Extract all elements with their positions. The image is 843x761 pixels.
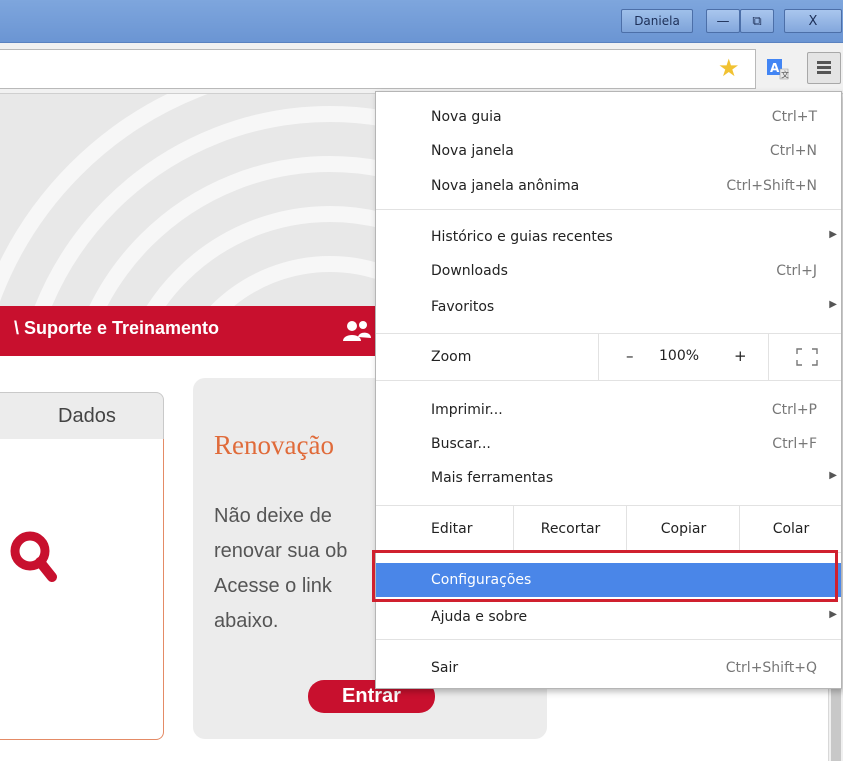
svg-text:A: A	[770, 61, 780, 75]
menu-item-new-tab[interactable]: Nova guia Ctrl+T	[376, 100, 841, 134]
close-button[interactable]: X	[784, 9, 842, 33]
menu-item-shortcut: Ctrl+Shift+N	[726, 178, 817, 194]
star-icon[interactable]: ★	[718, 54, 740, 82]
nav-link-suporte[interactable]: \ Suporte e Treinamento	[14, 318, 219, 339]
card-text-line: abaixo.	[214, 610, 279, 632]
card-text-line: Acesse o link	[214, 575, 332, 597]
card-text-line: Não deixe de	[214, 505, 332, 527]
settings-highlight-frame	[372, 550, 838, 602]
menu-edit-row: Editar Recortar Copiar Colar	[376, 506, 841, 552]
menu-zoom-row: Zoom – 100% +	[376, 334, 841, 380]
menu-item-label: Downloads	[431, 263, 508, 279]
menu-item-shortcut: Ctrl+N	[769, 143, 817, 159]
menu-item-shortcut: Ctrl+P	[771, 402, 817, 418]
menu-item-label: Imprimir...	[431, 402, 503, 418]
menu-item-more-tools[interactable]: Mais ferramentas ▶	[376, 461, 841, 495]
copy-button[interactable]: Copiar	[626, 506, 740, 552]
restore-button[interactable]: ⧉	[740, 9, 774, 33]
scrollbar-thumb[interactable]	[831, 685, 841, 761]
menu-item-find[interactable]: Buscar... Ctrl+F	[376, 427, 841, 461]
menu-item-new-window[interactable]: Nova janela Ctrl+N	[376, 134, 841, 168]
zoom-label: Zoom	[431, 349, 472, 365]
tab-dados-label: Dados	[58, 405, 116, 427]
menu-item-label: Nova janela anônima	[431, 178, 580, 194]
menu-item-incognito[interactable]: Nova janela anônima Ctrl+Shift+N	[376, 169, 841, 203]
menu-separator	[376, 380, 841, 381]
dados-panel	[0, 439, 164, 740]
address-bar[interactable]	[0, 49, 756, 89]
search-icon[interactable]	[8, 529, 58, 585]
minimize-button[interactable]: —	[706, 9, 740, 33]
card-text: Não deixe de renovar sua ob Acesse o lin…	[214, 499, 364, 639]
chevron-right-icon: ▶	[829, 609, 837, 620]
menu-item-help[interactable]: Ajuda e sobre ▶	[376, 600, 841, 634]
chevron-right-icon: ▶	[829, 470, 837, 481]
title-bar: Daniela — ⧉ X	[0, 0, 843, 43]
menu-item-label: Histórico e guias recentes	[431, 229, 613, 245]
menu-item-print[interactable]: Imprimir... Ctrl+P	[376, 393, 841, 427]
browser-toolbar: ★ A 文	[0, 43, 843, 94]
hamburger-menu-icon[interactable]	[807, 52, 841, 84]
menu-item-shortcut: Ctrl+F	[772, 436, 817, 452]
menu-separator	[376, 209, 841, 210]
menu-item-label: Ajuda e sobre	[431, 609, 528, 625]
menu-separator	[376, 639, 841, 640]
menu-item-label: Favoritos	[431, 299, 495, 315]
card-text-line: renovar sua ob	[214, 540, 348, 562]
zoom-in-button[interactable]: +	[734, 347, 747, 365]
menu-item-bookmarks[interactable]: Favoritos ▶	[376, 290, 841, 324]
fullscreen-icon[interactable]	[796, 348, 818, 366]
users-icon[interactable]	[342, 319, 372, 343]
zoom-out-button[interactable]: –	[626, 347, 634, 365]
menu-item-downloads[interactable]: Downloads Ctrl+J	[376, 254, 841, 288]
profile-button[interactable]: Daniela	[621, 9, 693, 33]
menu-item-history[interactable]: Histórico e guias recentes ▶	[376, 220, 841, 254]
chevron-right-icon: ▶	[829, 229, 837, 240]
menu-item-label: Nova janela	[431, 143, 514, 159]
menu-item-shortcut: Ctrl+J	[776, 263, 817, 279]
menu-item-label: Mais ferramentas	[431, 470, 554, 486]
zoom-level: 100%	[659, 348, 700, 364]
translate-icon[interactable]: A 文	[766, 57, 790, 81]
menu-item-label: Buscar...	[431, 436, 491, 452]
paste-button[interactable]: Colar	[739, 506, 842, 552]
menu-item-label: Sair	[431, 660, 459, 676]
card-title: Renovação	[214, 430, 334, 460]
menu-item-label: Nova guia	[431, 109, 502, 125]
menu-item-shortcut: Ctrl+T	[771, 109, 817, 125]
cut-button[interactable]: Recortar	[513, 506, 627, 552]
edit-label: Editar	[431, 521, 473, 537]
tab-dados[interactable]: Dados	[0, 392, 164, 440]
menu-item-exit[interactable]: Sair Ctrl+Shift+Q	[376, 651, 841, 685]
chevron-right-icon: ▶	[829, 299, 837, 310]
menu-item-shortcut: Ctrl+Shift+Q	[725, 660, 817, 676]
svg-text:文: 文	[781, 70, 789, 80]
